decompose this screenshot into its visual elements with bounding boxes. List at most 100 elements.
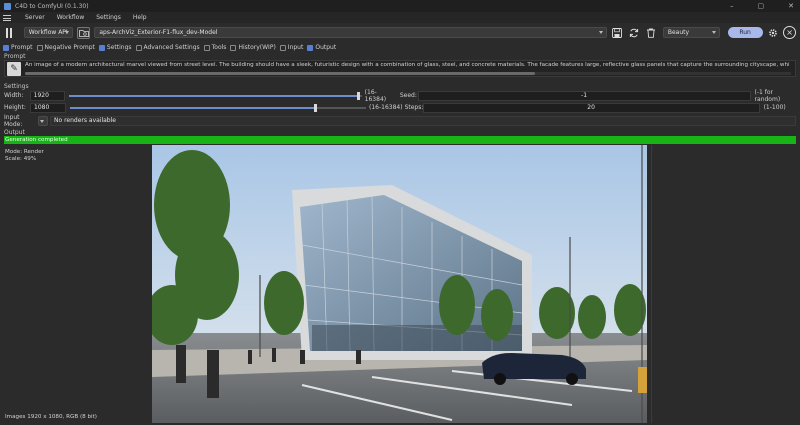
settings-section-label: Settings bbox=[4, 83, 29, 90]
close-window-button[interactable]: ✕ bbox=[788, 2, 794, 10]
minimize-button[interactable]: – bbox=[730, 2, 734, 10]
height-label: Height: bbox=[4, 104, 26, 111]
trash-icon bbox=[646, 28, 655, 38]
checkbox[interactable] bbox=[230, 44, 237, 51]
height-slider[interactable] bbox=[70, 103, 366, 113]
generation-progress-bar: Generation completed bbox=[4, 136, 796, 144]
slider-handle[interactable] bbox=[356, 91, 360, 100]
folder-search-icon bbox=[78, 29, 89, 37]
toggle-input[interactable]: Input bbox=[279, 44, 304, 51]
steps-input[interactable]: 20 bbox=[422, 102, 760, 113]
run-button[interactable]: Run bbox=[727, 27, 763, 38]
save-button[interactable] bbox=[611, 26, 624, 39]
architectural-render-image bbox=[152, 145, 647, 423]
toggle-negative-prompt[interactable]: Negative Prompt bbox=[36, 44, 95, 51]
menu-workflow[interactable]: Workflow bbox=[57, 14, 85, 21]
checkbox[interactable] bbox=[203, 44, 210, 51]
chevron-down-icon bbox=[598, 31, 603, 34]
width-range: (16-16384) bbox=[364, 88, 387, 103]
toggle-prompt[interactable]: Prompt bbox=[3, 44, 33, 51]
steps-hint: (1-100) bbox=[763, 104, 786, 111]
height-range: (16-16384) bbox=[369, 104, 403, 111]
checkbox[interactable] bbox=[3, 44, 9, 51]
panel-divider bbox=[651, 145, 652, 423]
app-logo-icon bbox=[4, 2, 11, 10]
panel-toggles: Prompt Negative Prompt Settings Advanced… bbox=[0, 42, 800, 53]
output-section-label: Output bbox=[4, 129, 25, 136]
checkbox[interactable] bbox=[307, 44, 314, 51]
title-bar: C4D to ComfyUI (0.1.30) – ▢ ✕ bbox=[0, 0, 800, 12]
window-controls: – ▢ ✕ bbox=[730, 0, 794, 12]
toggle-label: Prompt bbox=[11, 44, 33, 51]
checkbox[interactable] bbox=[279, 44, 286, 51]
output-mode: Mode: Render bbox=[5, 149, 44, 155]
pause-icon[interactable] bbox=[4, 27, 14, 38]
chevron-down-icon bbox=[711, 31, 716, 34]
steps-label: Steps: bbox=[404, 104, 424, 111]
preset-value: Beauty bbox=[667, 29, 690, 36]
menu-server[interactable]: Server bbox=[25, 14, 45, 21]
menu-help[interactable]: Help bbox=[133, 14, 147, 21]
toggle-settings[interactable]: Settings bbox=[98, 44, 132, 51]
prompt-enhance-icon[interactable]: ✎ bbox=[7, 62, 21, 76]
menu-bar: Server Workflow Settings Help bbox=[0, 12, 800, 23]
toggle-label: History(WIP) bbox=[238, 44, 276, 51]
close-icon[interactable]: × bbox=[783, 26, 796, 39]
width-slider[interactable] bbox=[69, 91, 362, 101]
seed-label: Seed: bbox=[399, 92, 417, 99]
menu-settings[interactable]: Settings bbox=[96, 14, 121, 21]
input-mode-value[interactable]: No renders available bbox=[50, 115, 796, 126]
prompt-section-label: Prompt bbox=[4, 53, 26, 60]
input-mode-label: Input Mode: bbox=[4, 113, 23, 128]
toggle-tools[interactable]: Tools bbox=[203, 44, 227, 51]
toggle-label: Tools bbox=[211, 44, 227, 51]
seed-hint: (-1 for random) bbox=[754, 88, 781, 103]
toggle-history[interactable]: History(WIP) bbox=[230, 44, 276, 51]
chevron-down-icon bbox=[64, 31, 69, 34]
checkbox[interactable] bbox=[135, 44, 142, 51]
input-mode-dropdown-button[interactable] bbox=[38, 115, 48, 126]
window-title: C4D to ComfyUI (0.1.30) bbox=[15, 2, 89, 10]
api-mode-value: Workflow API bbox=[28, 29, 68, 36]
height-input[interactable]: 1080 bbox=[30, 102, 66, 113]
toolbar: Workflow API aps-ArchViz_Exterior-F1-flu… bbox=[0, 24, 800, 41]
api-mode-select[interactable]: Workflow API bbox=[23, 27, 73, 38]
seed-input[interactable]: -1 bbox=[417, 90, 751, 101]
toggle-label: Input bbox=[287, 44, 304, 51]
width-row: Width: 1920 (16-16384) Seed: -1 (-1 for … bbox=[4, 88, 800, 103]
hamburger-menu-icon[interactable] bbox=[3, 14, 11, 21]
output-scale: Scale: 49% bbox=[5, 156, 37, 162]
output-image[interactable] bbox=[152, 145, 647, 423]
toggle-label: Output bbox=[315, 44, 337, 51]
width-label: Width: bbox=[4, 92, 24, 99]
height-row: Height: 1080 (16-16384) Steps: 20 (1-100… bbox=[4, 102, 786, 113]
chevron-down-icon bbox=[40, 119, 44, 123]
generation-status: Generation completed bbox=[5, 137, 68, 143]
maximize-button[interactable]: ▢ bbox=[758, 2, 765, 10]
toggle-label: Settings bbox=[106, 44, 132, 51]
prompt-editor[interactable]: ✎ An image of a modern architectural mar… bbox=[4, 60, 796, 77]
gear-icon bbox=[769, 28, 777, 37]
prompt-scrollbar-thumb[interactable] bbox=[25, 72, 535, 75]
output-image-info: Images 1920 x 1080, RGB (8 bit) bbox=[5, 414, 97, 420]
checkbox[interactable] bbox=[98, 44, 105, 51]
save-icon bbox=[612, 27, 623, 38]
prompt-text[interactable]: An image of a modern architectural marve… bbox=[25, 62, 789, 68]
slider-handle[interactable] bbox=[313, 103, 317, 112]
checkbox[interactable] bbox=[36, 44, 43, 51]
preset-select[interactable]: Beauty bbox=[662, 27, 720, 38]
toggle-advanced-settings[interactable]: Advanced Settings bbox=[135, 44, 200, 51]
refresh-icon bbox=[629, 28, 638, 37]
settings-button[interactable] bbox=[767, 26, 780, 39]
open-folder-button[interactable] bbox=[76, 26, 91, 39]
refresh-button[interactable] bbox=[628, 26, 641, 39]
width-input[interactable]: 1920 bbox=[29, 90, 66, 101]
progress-fill bbox=[4, 136, 796, 144]
toggle-label: Negative Prompt bbox=[44, 44, 95, 51]
toggle-label: Advanced Settings bbox=[143, 44, 200, 51]
toggle-output[interactable]: Output bbox=[307, 44, 336, 51]
workflow-file-select[interactable]: aps-ArchViz_Exterior-F1-flux_dev-Model bbox=[94, 27, 607, 38]
input-mode-row: Input Mode: No renders available bbox=[4, 113, 796, 128]
workflow-file-value: aps-ArchViz_Exterior-F1-flux_dev-Model bbox=[99, 29, 218, 36]
delete-button[interactable] bbox=[644, 26, 657, 39]
